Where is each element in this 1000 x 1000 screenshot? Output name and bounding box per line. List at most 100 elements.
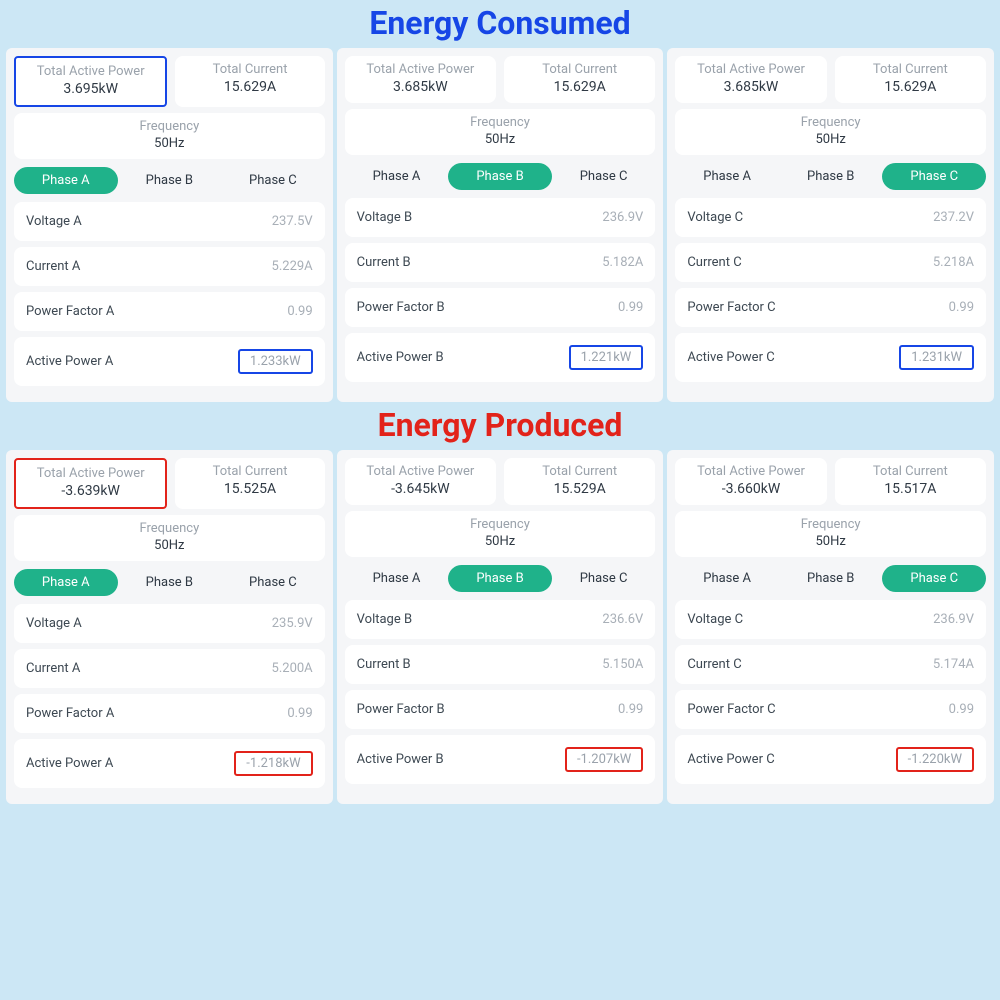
produced-panel-a: Total Active Power -3.639kW Total Curren… [6, 450, 333, 804]
frequency-label: Frequency [14, 119, 325, 134]
active-power-value: 1.231kW [899, 345, 974, 370]
total-active-power-card: Total Active Power -3.660kW [675, 458, 826, 505]
pf-row: Power Factor A 0.99 [14, 292, 325, 331]
total-current-label: Total Current [183, 62, 316, 77]
total-current-label: Total Current [843, 464, 978, 479]
frequency-label: Frequency [345, 517, 656, 532]
total-current-card: Total Current 15.529A [504, 458, 655, 505]
voltage-value: 235.9V [272, 616, 313, 631]
total-active-power-label: Total Active Power [353, 62, 488, 77]
frequency-card: Frequency 50Hz [675, 109, 986, 155]
voltage-value: 237.5V [272, 214, 313, 229]
tab-phase-c[interactable]: Phase C [552, 565, 656, 592]
pf-value: 0.99 [618, 300, 643, 315]
frequency-card: Frequency 50Hz [345, 511, 656, 557]
tab-phase-a[interactable]: Phase A [14, 167, 118, 194]
total-current-label: Total Current [183, 464, 316, 479]
tab-phase-b[interactable]: Phase B [448, 565, 552, 592]
pf-label: Power Factor B [357, 702, 445, 717]
current-value: 5.200A [272, 661, 313, 676]
pf-label: Power Factor B [357, 300, 445, 315]
phase-tabs: Phase A Phase B Phase C [14, 569, 325, 596]
tab-phase-a[interactable]: Phase A [675, 565, 779, 592]
phase-tabs: Phase A Phase B Phase C [675, 163, 986, 190]
tab-phase-a[interactable]: Phase A [345, 163, 449, 190]
pf-label: Power Factor C [687, 300, 775, 315]
frequency-value: 50Hz [675, 534, 986, 549]
active-power-label: Active Power C [687, 752, 774, 767]
active-power-label: Active Power A [26, 756, 113, 771]
current-label: Current C [687, 657, 741, 672]
produced-panel-c: Total Active Power -3.660kW Total Curren… [667, 450, 994, 804]
tab-phase-b[interactable]: Phase B [448, 163, 552, 190]
pf-label: Power Factor A [26, 706, 114, 721]
total-current-value: 15.517A [843, 481, 978, 497]
tab-phase-c[interactable]: Phase C [552, 163, 656, 190]
current-row: Current B 5.182A [345, 243, 656, 282]
total-current-card: Total Current 15.629A [175, 56, 324, 107]
active-power-value: -1.207kW [565, 747, 643, 772]
voltage-label: Voltage B [357, 612, 412, 627]
current-value: 5.218A [933, 255, 974, 270]
total-current-value: 15.529A [512, 481, 647, 497]
current-value: 5.229A [272, 259, 313, 274]
total-current-card: Total Current 15.629A [504, 56, 655, 103]
voltage-row: Voltage B 236.6V [345, 600, 656, 639]
total-current-label: Total Current [512, 464, 647, 479]
tab-phase-c[interactable]: Phase C [221, 569, 325, 596]
produced-grid: Total Active Power -3.639kW Total Curren… [0, 450, 1000, 804]
tab-phase-a[interactable]: Phase A [675, 163, 779, 190]
tab-phase-b[interactable]: Phase B [779, 163, 883, 190]
voltage-label: Voltage A [26, 214, 82, 229]
current-label: Current B [357, 657, 411, 672]
voltage-row: Voltage C 236.9V [675, 600, 986, 639]
phase-tabs: Phase A Phase B Phase C [345, 163, 656, 190]
produced-panel-b: Total Active Power -3.645kW Total Curren… [337, 450, 664, 804]
frequency-value: 50Hz [675, 132, 986, 147]
total-active-power-card: Total Active Power 3.685kW [345, 56, 496, 103]
tab-phase-c[interactable]: Phase C [882, 565, 986, 592]
tab-phase-c[interactable]: Phase C [221, 167, 325, 194]
consumed-panel-a: Total Active Power 3.695kW Total Current… [6, 48, 333, 402]
voltage-row: Voltage A 237.5V [14, 202, 325, 241]
active-power-row: Active Power A 1.233kW [14, 337, 325, 386]
total-active-power-label: Total Active Power [683, 464, 818, 479]
voltage-value: 236.6V [602, 612, 643, 627]
phase-tabs: Phase A Phase B Phase C [14, 167, 325, 194]
pf-value: 0.99 [618, 702, 643, 717]
tab-phase-b[interactable]: Phase B [118, 569, 222, 596]
active-power-label: Active Power A [26, 354, 113, 369]
current-row: Current C 5.218A [675, 243, 986, 282]
current-value: 5.150A [602, 657, 643, 672]
active-power-value: -1.218kW [234, 751, 312, 776]
pf-value: 0.99 [949, 300, 974, 315]
pf-value: 0.99 [287, 706, 312, 721]
voltage-value: 236.9V [602, 210, 643, 225]
section-title-consumed: Energy Consumed [0, 0, 1000, 48]
active-power-row: Active Power B 1.221kW [345, 333, 656, 382]
pf-label: Power Factor C [687, 702, 775, 717]
total-active-power-card: Total Active Power 3.695kW [14, 56, 167, 107]
total-current-label: Total Current [512, 62, 647, 77]
voltage-row: Voltage C 237.2V [675, 198, 986, 237]
active-power-label: Active Power B [357, 752, 444, 767]
frequency-card: Frequency 50Hz [345, 109, 656, 155]
current-value: 5.182A [602, 255, 643, 270]
tab-phase-b[interactable]: Phase B [779, 565, 883, 592]
current-row: Current A 5.200A [14, 649, 325, 688]
pf-value: 0.99 [949, 702, 974, 717]
total-current-label: Total Current [843, 62, 978, 77]
total-active-power-value: 3.695kW [24, 81, 157, 97]
total-active-power-card: Total Active Power 3.685kW [675, 56, 826, 103]
tab-phase-b[interactable]: Phase B [118, 167, 222, 194]
frequency-label: Frequency [675, 115, 986, 130]
tab-phase-a[interactable]: Phase A [345, 565, 449, 592]
pf-row: Power Factor B 0.99 [345, 288, 656, 327]
tab-phase-a[interactable]: Phase A [14, 569, 118, 596]
tab-phase-c[interactable]: Phase C [882, 163, 986, 190]
current-value: 5.174A [933, 657, 974, 672]
voltage-label: Voltage A [26, 616, 82, 631]
frequency-value: 50Hz [14, 538, 325, 553]
current-label: Current A [26, 259, 80, 274]
total-active-power-label: Total Active Power [24, 64, 157, 79]
